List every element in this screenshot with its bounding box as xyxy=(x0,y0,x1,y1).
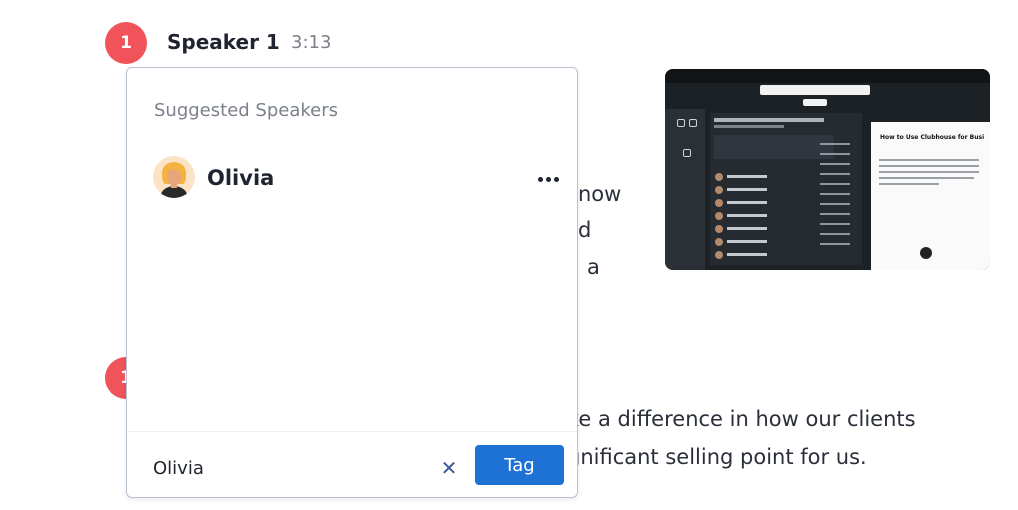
thumb-avatar xyxy=(715,186,723,194)
thumb-line xyxy=(820,243,850,245)
thumb-line xyxy=(727,175,767,178)
thumb-list xyxy=(820,135,858,260)
transcript-text: a xyxy=(587,255,600,279)
play-icon xyxy=(920,247,932,259)
thumb-line xyxy=(879,171,979,173)
thumb-line xyxy=(727,227,767,230)
dot xyxy=(537,176,543,182)
thumb-avatar xyxy=(715,212,723,220)
thumb-line xyxy=(820,213,850,215)
suggested-speaker-name: Olivia xyxy=(207,166,275,190)
video-thumbnail[interactable]: How to Use Clubhouse for Busi xyxy=(665,69,990,270)
transcript-text: gnificant selling point for us. xyxy=(567,445,867,469)
thumb-row xyxy=(715,238,785,246)
popup-heading: Suggested Speakers xyxy=(154,100,339,121)
thumb-line xyxy=(727,253,767,256)
thumb-row xyxy=(715,173,785,181)
thumb-row xyxy=(715,251,785,259)
thumb-row xyxy=(715,199,785,207)
thumb-avatar xyxy=(715,225,723,233)
thumb-nav-icon xyxy=(689,119,697,127)
thumb-topbar xyxy=(665,69,990,83)
thumb-line xyxy=(727,240,767,243)
dot xyxy=(553,176,559,182)
thumb-line xyxy=(879,165,979,167)
thumb-line xyxy=(820,203,850,205)
more-horizontal-icon[interactable] xyxy=(535,166,561,192)
suggested-speaker-item[interactable]: Olivia xyxy=(153,156,559,200)
thumb-avatar xyxy=(715,251,723,259)
thumb-article-title: How to Use Clubhouse for Busi xyxy=(880,134,985,141)
thumb-row xyxy=(715,212,785,220)
thumb-article-panel xyxy=(871,122,990,270)
thumb-searchbar xyxy=(760,85,870,95)
thumb-button xyxy=(803,99,827,106)
thumb-avatar xyxy=(715,238,723,246)
dot xyxy=(545,176,551,182)
person-avatar-icon xyxy=(153,156,195,198)
thumb-line xyxy=(879,183,939,185)
suggested-speakers-popup: Suggested Speakers Olivia ✕ Tag xyxy=(126,67,578,498)
thumb-line xyxy=(820,183,850,185)
thumb-line xyxy=(727,188,767,191)
speaker-name[interactable]: Speaker 1 xyxy=(167,30,280,54)
thumb-row xyxy=(715,225,785,233)
speaker-badge[interactable]: 1 xyxy=(105,22,147,64)
thumb-room-subtitle xyxy=(714,125,784,128)
thumb-avatar xyxy=(715,173,723,181)
thumb-line xyxy=(820,233,850,235)
thumb-line xyxy=(820,143,850,145)
thumb-nav-icon xyxy=(683,149,691,157)
thumb-line xyxy=(727,201,767,204)
thumb-room-card xyxy=(714,135,834,159)
thumb-line xyxy=(727,214,767,217)
divider xyxy=(127,431,577,432)
thumb-line xyxy=(820,153,850,155)
thumb-avatar xyxy=(715,199,723,207)
transcript-text: ke a difference in how our clients xyxy=(567,407,916,431)
thumb-line xyxy=(820,163,850,165)
thumb-sidebar xyxy=(665,109,705,270)
tag-button[interactable]: Tag xyxy=(475,445,564,485)
thumb-row xyxy=(715,186,785,194)
thumb-line xyxy=(820,173,850,175)
thumb-line xyxy=(820,223,850,225)
transcript-text: now xyxy=(578,182,622,206)
thumb-nav-icon xyxy=(677,119,685,127)
timestamp[interactable]: 3:13 xyxy=(291,32,331,53)
thumb-line xyxy=(879,159,979,161)
thumb-room-title xyxy=(714,118,824,122)
close-icon[interactable]: ✕ xyxy=(439,456,459,480)
transcript-text: d xyxy=(578,218,592,242)
speaker-name-input[interactable] xyxy=(153,454,423,482)
thumb-line xyxy=(879,177,974,179)
thumb-line xyxy=(820,193,850,195)
